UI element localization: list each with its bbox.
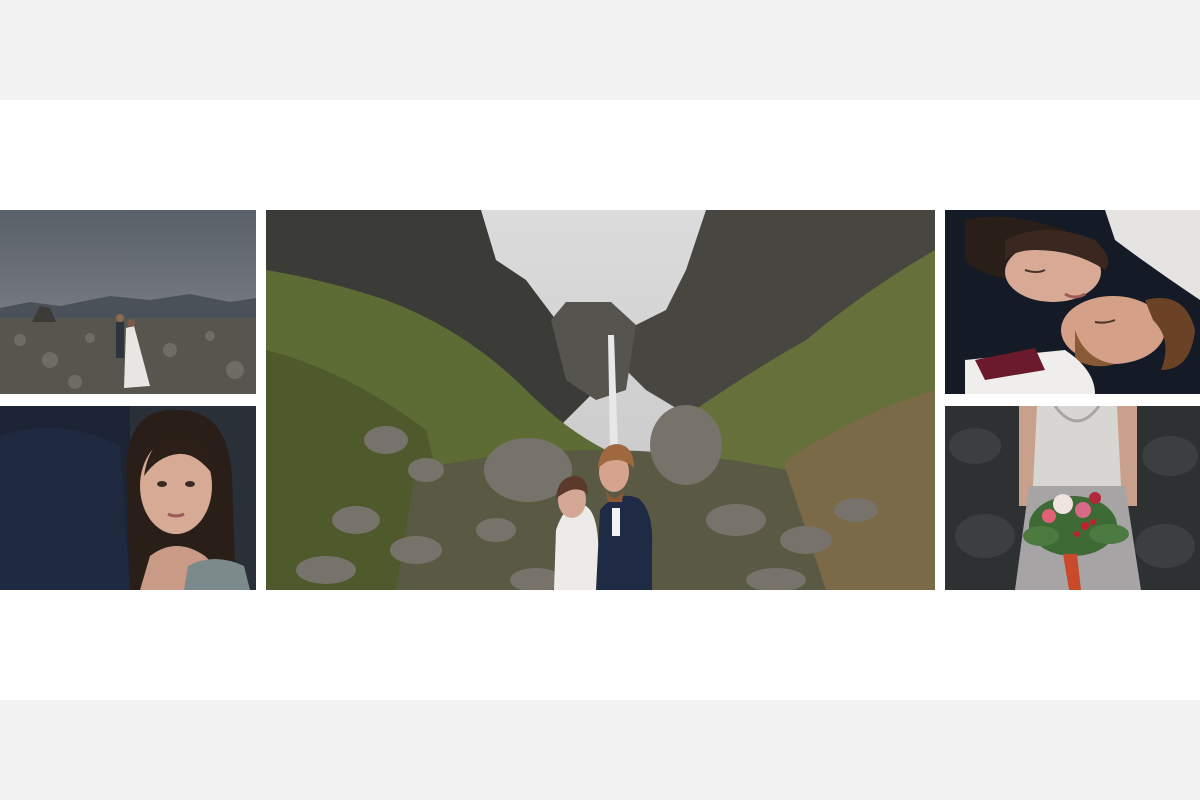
photo-bride-bouquet[interactable] (945, 406, 1200, 590)
photo-couple-lying-together[interactable] (945, 210, 1200, 394)
album-page (0, 0, 1200, 800)
album-spread (0, 100, 1200, 700)
photo-bride-portrait[interactable] (0, 406, 256, 590)
photo-bride-bouquet-image (945, 406, 1200, 590)
photo-couple-lava-field[interactable] (0, 210, 256, 394)
photo-bride-portrait-image (0, 406, 256, 590)
photo-couple-lying-together-image (945, 210, 1200, 394)
photo-couple-waterfall-canyon-image (266, 210, 935, 590)
photo-couple-waterfall-canyon[interactable] (266, 210, 935, 590)
photo-couple-lava-field-image (0, 210, 256, 394)
